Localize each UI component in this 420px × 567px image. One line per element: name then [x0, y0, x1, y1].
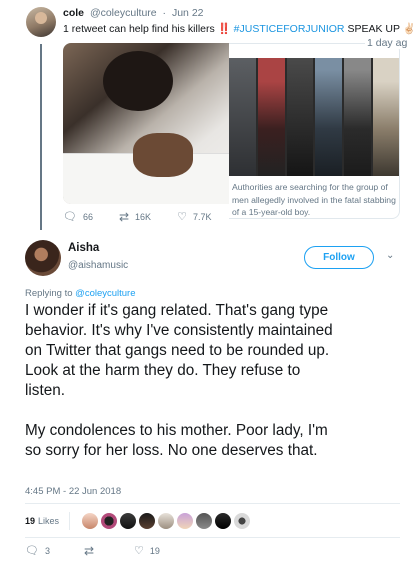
tweet-body-line: so sorry for her loss. No one deserves t…: [25, 442, 318, 459]
news-card-date: 1 day ag: [365, 37, 408, 49]
retweet-count: 16K: [135, 212, 152, 222]
author-name[interactable]: Aisha: [68, 242, 99, 254]
suspect-photo: [373, 58, 399, 176]
author-name[interactable]: cole: [63, 7, 84, 19]
replying-to: Replying to @coleyculture: [25, 288, 136, 299]
avatar[interactable]: [26, 7, 56, 37]
parent-tweet-header: cole @coleyculture · Jun 22: [63, 7, 204, 19]
photo-detail: [133, 133, 193, 177]
tweet-date[interactable]: Jun 22: [172, 7, 204, 19]
reply-icon: 🗨︎: [25, 544, 39, 557]
like-button[interactable]: ♡ 19: [134, 544, 160, 557]
reply-button[interactable]: 🗨︎ 3: [25, 544, 50, 557]
avatar[interactable]: [25, 240, 61, 276]
liker-avatar[interactable]: [139, 513, 156, 529]
like-button[interactable]: ♡ 7.7K: [177, 210, 212, 223]
replying-prefix: Replying to: [25, 288, 73, 299]
photo-detail: [103, 51, 173, 111]
heart-icon: ♡: [134, 544, 144, 557]
suspect-photo: [229, 58, 256, 176]
reply-count: 3: [44, 546, 50, 556]
tweet-text: 1 retweet can help find his killers: [63, 23, 215, 35]
liker-avatar[interactable]: [196, 513, 213, 529]
follow-button[interactable]: Follow: [304, 246, 374, 269]
hand-emoji: ✌🏻: [402, 23, 416, 35]
parent-tweet-actions: 🗨︎ 66 ⇄ 16K ♡ 7.7K: [63, 211, 211, 223]
like-count: 19: [149, 546, 160, 556]
liker-avatar[interactable]: [177, 513, 194, 529]
hashtag-link[interactable]: #JUSTICEFORJUNIOR: [234, 23, 345, 35]
divider: [25, 503, 400, 504]
tweet-timestamp[interactable]: 4:45 PM - 22 Jun 2018: [25, 486, 121, 497]
chevron-down-icon[interactable]: ⌄: [386, 250, 394, 261]
reply-icon: 🗨︎: [63, 210, 77, 223]
retweet-icon: ⇄: [118, 210, 130, 224]
news-card-caption: Authorities are searching for the group …: [232, 182, 396, 217]
tweet-body-line: My condolences to his mother. Poor lady,…: [25, 422, 328, 439]
tweet-actions: 🗨︎ 3 ⇄ ♡ 19: [25, 545, 160, 557]
liker-avatar[interactable]: [101, 513, 118, 529]
suspect-photo: [257, 58, 285, 176]
thread-line: [40, 44, 42, 230]
news-card[interactable]: Authorities are searching for the group …: [229, 43, 400, 219]
tweet-body-line: listen.: [25, 382, 65, 399]
retweet-button[interactable]: ⇄ 16K: [119, 211, 151, 223]
liker-avatar[interactable]: [234, 513, 251, 529]
parent-tweet-text: 1 retweet can help find his killers ‼️ #…: [63, 22, 420, 35]
liker-avatar[interactable]: [158, 513, 175, 529]
divider: [25, 537, 400, 538]
suspect-photo: [344, 58, 372, 176]
suspect-photo: [286, 58, 314, 176]
retweet-icon: ⇄: [83, 544, 95, 558]
tweet-body-line: Look at the harm they do. They refuse to: [25, 362, 301, 379]
tweet-body-line: I wonder if it's gang related. That's ga…: [25, 302, 329, 319]
suspect-photo: [315, 58, 343, 176]
divider: [69, 512, 71, 530]
tweet-photo[interactable]: [63, 43, 229, 204]
liker-avatars: [82, 513, 251, 529]
tweet-body-line: behavior. It's why I've consistently mai…: [25, 322, 333, 339]
meta-separator: ·: [162, 7, 167, 19]
likes-count: 19: [25, 516, 36, 526]
likes-label: Likes: [38, 516, 60, 526]
parent-tweet[interactable]: cole @coleyculture · Jun 22 1 retweet ca…: [0, 0, 420, 230]
likes-summary[interactable]: 19 Likes: [25, 510, 251, 532]
double-exclamation-emoji: ‼️: [217, 23, 231, 35]
heart-icon: ♡: [177, 210, 187, 223]
author-handle[interactable]: @coleyculture: [90, 7, 157, 19]
like-count: 7.7K: [192, 212, 212, 222]
tweet-body-line: on Twitter that gangs need to be rounded…: [25, 342, 330, 359]
liker-avatar[interactable]: [120, 513, 137, 529]
reply-button[interactable]: 🗨︎ 66: [63, 210, 93, 223]
reply-count: 66: [82, 212, 93, 222]
retweet-button[interactable]: ⇄: [84, 545, 100, 557]
replying-handle-link[interactable]: @coleyculture: [75, 288, 135, 299]
tweet-text-tail: SPEAK UP: [347, 23, 400, 35]
liker-avatar[interactable]: [215, 513, 232, 529]
liker-avatar[interactable]: [82, 513, 99, 529]
author-handle[interactable]: @aishamusic: [68, 260, 128, 271]
tweet-body: I wonder if it's gang related. That's ga…: [25, 301, 415, 461]
news-card-image: [229, 58, 399, 176]
